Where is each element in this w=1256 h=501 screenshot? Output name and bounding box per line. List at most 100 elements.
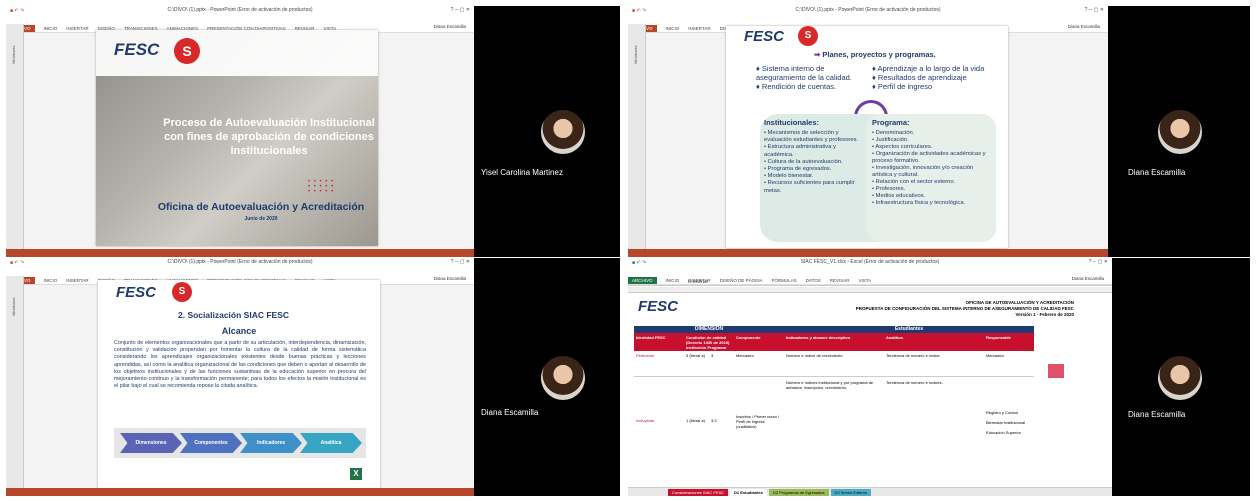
table-row[interactable]: Incluyente 1 (literal a) 3.3 Inscritos /… [634,378,1034,478]
list-item: • Relación con el sector externo. [872,179,956,185]
col-condicion: Condición de calidad (Decreto 1330 de 20… [686,335,730,350]
window-title: C:\DIVO\ (1).pptx - PowerPoint (Error de… [167,259,313,265]
fesc-seal-icon: S [174,38,200,64]
participant-avatar [541,356,585,400]
cell[interactable]: Mercadeo [984,351,1034,376]
list-item: • Profesores. [872,186,906,192]
programa-title: Programa: [872,118,910,127]
cell[interactable]: Incluyente [634,378,684,478]
excel-icon[interactable]: X [350,468,362,480]
cell[interactable]: 3 (literal a) [684,351,709,376]
thumbnails-label: Miniaturas [633,45,638,64]
sheet-tabs: Consideraciones SIAC FESC D1 Estudiantes… [628,487,1112,496]
arrow-componentes: Componentes [180,433,242,453]
cell[interactable]: Tendencia de número e índice. [884,351,984,376]
table-row[interactable]: Pertinente 3 (literal a) 3 Mercadeo Núme… [634,351,1034,377]
col-componente: Componente [736,335,761,340]
slide-canvas[interactable]: FESC S Proceso de Autoevaluación Institu… [96,30,378,246]
powerpoint-window: ■ ↶ ↷ C:\DIVO\ (1).pptx - PowerPoint (Er… [628,6,1108,257]
participant-name: Diana Escamilla [1128,168,1186,177]
window-titlebar: ■ ↶ ↷ C:\DIVO\ (1).pptx - PowerPoint (Er… [6,258,474,267]
participant-avatar [541,110,585,154]
window-title: SIAC FESC_V1.xlsx - Excel (Error de acti… [800,259,940,265]
status-bar [6,249,474,257]
decorative-dots: • • • • • • • • • • • • • • • [308,179,335,195]
programa-list: Programa: • Denominación. • Justificació… [872,118,994,207]
sheet-tab[interactable]: D1 Estudiantes [730,488,767,496]
fesc-logo: FESC [114,40,160,59]
tab-inicio[interactable]: INICIO [44,278,58,283]
user-name[interactable]: Diana Escamilla [434,24,466,29]
column-headers [628,287,1112,293]
thumbnails-pane[interactable]: Miniaturas [628,24,646,249]
participant-avatar [1158,356,1202,400]
user-name[interactable]: Diana Escamilla [1068,24,1100,29]
list-item: ♦ Aprendizaje a lo largo de la vida [872,64,985,73]
cell[interactable]: Tendencia de número e índices. [884,378,984,478]
list-item: • Recursos suficientes para cumplir meta… [764,180,855,194]
fesc-seal-icon: S [172,282,192,302]
tab-insertar[interactable]: INSERTAR [66,26,88,31]
list-item: • Medios educativos. [872,193,926,199]
tab-insertar[interactable]: INSERTAR [688,26,710,31]
sheet-header-3: Versión 1 - Febrero de 2020 [1015,312,1074,317]
video-tile-bottom-right: ■ ↶ ↷ SIAC FESC_V1.xlsx - Excel (Error d… [628,258,1250,496]
list-item: • Estructura administrativa y académica. [764,144,836,158]
cell[interactable]: 3.3 [709,378,734,478]
list-item: • Organización de actividades académicas… [872,151,986,164]
sheet-tab[interactable]: D3 Sector Externo [830,488,872,496]
window-title: C:\DIVO\ (1).pptx - PowerPoint (Error de… [795,7,941,13]
sheet-area[interactable]: FESC OFICINA DE AUTOEVALUACIÓN Y ACREDIT… [634,294,1074,484]
tab-inicio[interactable]: INICIO [666,26,680,31]
cell[interactable]: Número e índices institucional y por pro… [784,378,884,478]
slide-canvas[interactable]: FESC S ➡ Planes, proyectos y programas. … [726,26,1008,248]
list-item: • Investigación, innovación y/o creación… [872,165,974,178]
user-name[interactable]: Diana Escamilla [434,276,466,281]
fesc-logo: FESC [116,284,157,301]
slide-date: Junio de 2020 [244,216,278,222]
formula-bar[interactable]: fx Insertar [628,278,1112,286]
cell[interactable]: Inscritos / Primer curso / Perfil de ing… [734,378,784,478]
sheet-tab[interactable]: Consideraciones SIAC FESC [668,488,729,496]
tab-inicio[interactable]: INICIO [44,26,58,31]
window-title: C:\DIVO\ (1).pptx - PowerPoint (Error de… [167,7,313,13]
participant-name: Yisel Carolina Martinez [481,168,563,177]
cell[interactable]: Mercadeo [734,351,784,376]
dimension-header: DIMENSIÓN [634,326,784,333]
list-item: • Justificación. [872,137,909,143]
window-controls[interactable]: ? ─ ▢ ✕ [1089,258,1108,267]
list-item: • Denominación. [872,130,915,136]
window-controls[interactable]: ? ─ ▢ ✕ [451,258,470,267]
thumbnails-label: Miniaturas [11,45,16,64]
list-item: ♦ Sistema interno de aseguramiento de la… [756,64,852,82]
list-item: ♦ Resultados de aprendizaje [872,73,967,82]
fesc-logo: FESC [638,298,679,315]
window-controls[interactable]: ? ─ ▢ ✕ [1085,6,1104,15]
thumbnails-pane[interactable]: Miniaturas [6,276,24,488]
list-item: • Cultura de la autoevaluación. [764,158,843,165]
participant-name: Diana Escamilla [481,408,539,417]
formula-value: Insertar [692,279,709,284]
window-controls[interactable]: ? ─ ▢ ✕ [451,6,470,15]
slide-canvas[interactable]: FESC S 2. Socialización SIAC FESC Alcanc… [98,280,380,488]
tab-insertar[interactable]: INSERTAR [66,278,88,283]
cell[interactable]: 1 (literal a) [684,378,709,478]
cell[interactable]: Pertinente [634,351,684,376]
cell[interactable]: Registro y Control Bienestar Instituciona… [984,378,1034,478]
list-item: ♦ Perfil de ingreso [872,82,933,91]
cell[interactable]: 3 [709,351,734,376]
arrow-analitica: Analítica [300,433,362,453]
institucionales-title: Institucionales: [764,118,820,127]
fesc-seal-icon: S [798,26,818,46]
left-items: ♦ Sistema interno de aseguramiento de la… [756,64,866,91]
video-tile-top-right: ■ ↶ ↷ C:\DIVO\ (1).pptx - PowerPoint (Er… [628,6,1250,257]
thumbnails-pane[interactable]: Miniaturas [6,24,24,249]
powerpoint-window: ■ ↶ ↷ C:\DIVO\ (1).pptx - PowerPoint (Er… [6,258,474,496]
col-indicadores: Indicadores y alcance descriptivo [786,335,851,340]
list-item: • Mecanismos de selección y evaluación e… [764,130,859,144]
slide-heading: 2. Socialización SIAC FESC [178,310,290,320]
cell[interactable]: Número e índice de crecimiento [784,351,884,376]
sheet-tab[interactable]: D2 Programas de Egresados [768,488,829,496]
video-tile-bottom-left: ■ ↶ ↷ C:\DIVO\ (1).pptx - PowerPoint (Er… [6,258,620,496]
institucionales-list: Institucionales: • Mecanismos de selecci… [764,118,864,195]
